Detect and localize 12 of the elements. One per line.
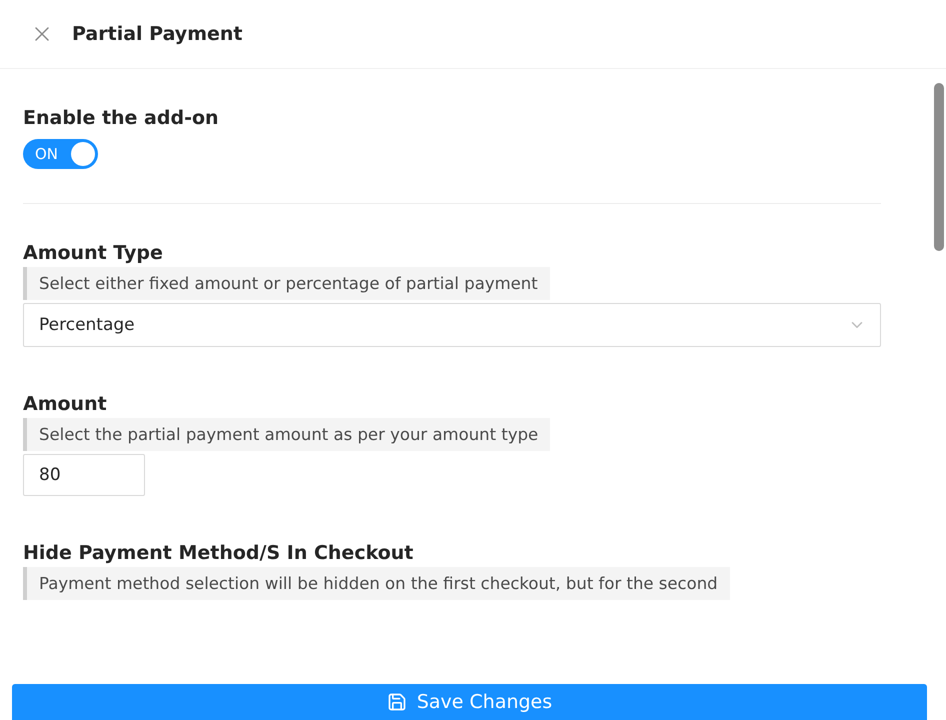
section-title: Amount Type [23,242,164,264]
section-title: Enable the add-on [23,107,220,129]
select-value: Percentage [39,315,135,335]
hint-text: Select either fixed amount or percentage of partial payment [23,267,550,300]
save-icon [386,692,407,712]
section-title: Amount [23,393,108,415]
select-field[interactable]: Percentage [23,303,881,347]
hint-text: Payment method selection will be hidden on the first checkout, but for the second [23,567,730,600]
hint-text: Select the partial payment amount as per your amount type [23,418,550,451]
section-title: Hide Payment Method/S In Checkout [23,542,414,564]
panel-title: Partial Payment [72,23,242,45]
input-field[interactable]: 80 [23,454,145,496]
